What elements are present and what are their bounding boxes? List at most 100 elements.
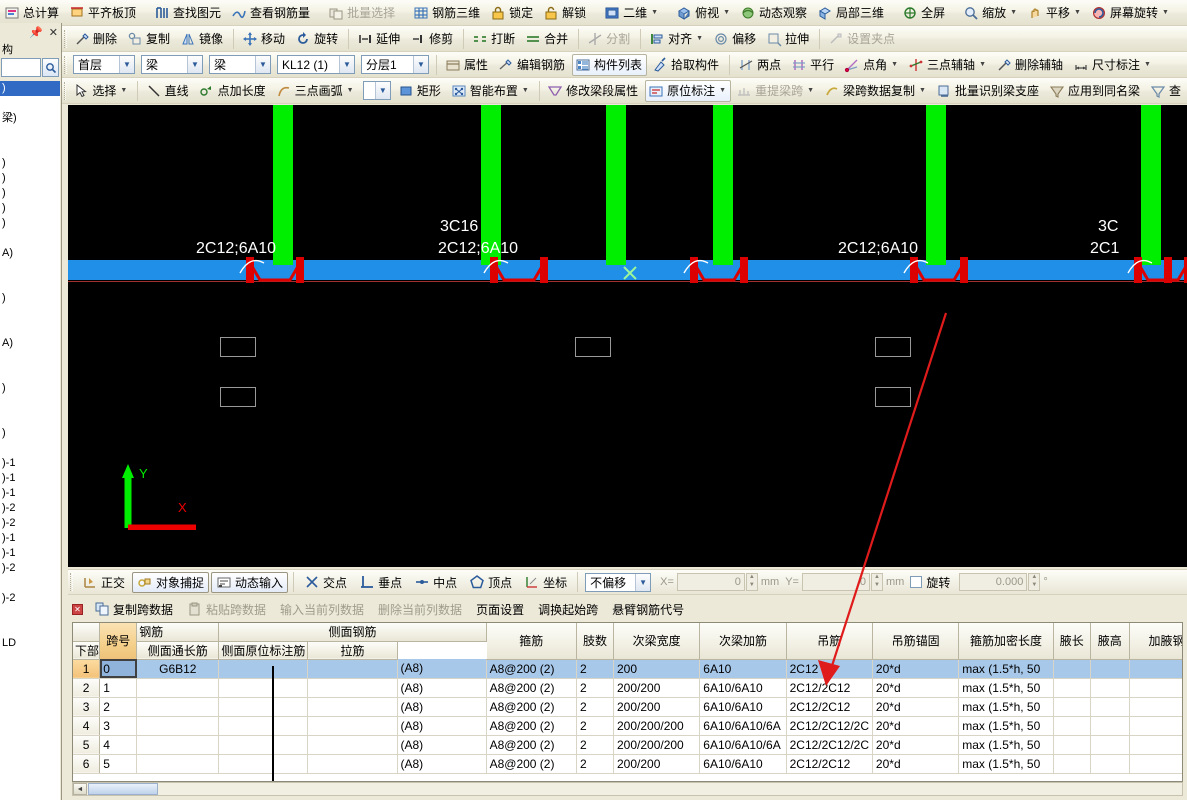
merge-button[interactable]: 合并 — [522, 28, 573, 50]
grid-tool-action[interactable]: 页面设置 — [476, 601, 524, 618]
table-cell[interactable]: (A8) — [397, 697, 487, 717]
parallel-button[interactable]: 平行 — [788, 54, 839, 76]
table-cell[interactable]: 20*d — [872, 697, 960, 717]
tree-item[interactable] — [0, 396, 60, 411]
mirror-button[interactable]: 镜像 — [177, 28, 228, 50]
table-cell[interactable]: (A8) — [397, 735, 487, 755]
table-cell[interactable] — [218, 735, 309, 755]
table-row[interactable]: 3 2 (A8) A8@200 (2) 2 200/200 6A10/6A10 2C12/2C… — [73, 697, 1182, 717]
table-cell[interactable] — [307, 716, 398, 736]
table-cell[interactable] — [218, 754, 309, 774]
local-3d-button[interactable]: 局部三维 — [814, 2, 889, 24]
rotate-input-field[interactable]: 0.000 ▲ ▼ ° — [956, 573, 1048, 591]
tree-item[interactable] — [0, 141, 60, 156]
grid-subheader-cell[interactable]: 侧面通长筋 — [136, 641, 220, 660]
table-cell[interactable]: A8@200 (2) — [486, 735, 578, 755]
tree-item[interactable] — [0, 351, 60, 366]
span-data-grid[interactable]: 跨号钢筋侧面钢筋箍筋肢数次梁宽度次梁加筋吊筋吊筋锚固箍筋加密长度腋长腋高加腋钢筋… — [73, 623, 1182, 774]
table-cell[interactable]: max (1.5*h, 50 — [958, 754, 1054, 774]
search-icon[interactable] — [42, 58, 59, 77]
three-point-axis-button[interactable]: 三点辅轴 ▼ — [905, 54, 991, 76]
chevron-down-icon[interactable]: ▼ — [413, 56, 428, 73]
table-cell[interactable]: 2 — [576, 697, 614, 717]
y-coord-input-field[interactable]: Y= 0 ▲ ▼ mm — [785, 573, 904, 591]
table-cell[interactable] — [136, 678, 220, 698]
tree-item[interactable]: )-2 — [0, 561, 60, 576]
midpoint-snap-button[interactable]: 中点 — [409, 572, 462, 593]
tree-item[interactable]: )-1 — [0, 456, 60, 471]
tree-item[interactable] — [0, 366, 60, 381]
grid-horizontal-scrollbar[interactable]: ◄ — [72, 782, 1183, 796]
tree-item[interactable]: )-1 — [0, 486, 60, 501]
grid-header-cell[interactable]: 吊筋锚固 — [872, 623, 960, 660]
table-cell[interactable]: 200/200 — [613, 678, 701, 698]
table-cell[interactable]: 0 — [99, 659, 138, 679]
tree-item[interactable]: A) — [0, 246, 60, 261]
chevron-down-icon[interactable]: ▼ — [347, 87, 354, 94]
table-cell[interactable]: A8@200 (2) — [486, 659, 578, 679]
chevron-down-icon[interactable]: ▼ — [187, 56, 202, 73]
tree-item[interactable]: )-1 — [0, 471, 60, 486]
tree-item[interactable] — [0, 441, 60, 456]
table-cell[interactable] — [1053, 678, 1091, 698]
table-cell[interactable]: A8@200 (2) — [486, 716, 578, 736]
properties-button[interactable]: 属性 — [442, 54, 493, 76]
line-button[interactable]: 直线 — [143, 80, 194, 102]
table-cell[interactable] — [136, 754, 220, 774]
row-number-cell[interactable]: 3 — [73, 697, 101, 717]
tree-item[interactable]: )-1 — [0, 531, 60, 546]
row-number-cell[interactable]: 2 — [73, 678, 101, 698]
ortho-toggle[interactable]: 正交 — [77, 572, 130, 593]
table-cell[interactable]: max (1.5*h, 50 — [958, 697, 1054, 717]
arc-button[interactable]: 三点画弧 ▼ — [273, 80, 359, 102]
grid-header-cell[interactable]: 加腋钢筋 — [1129, 623, 1182, 660]
table-cell[interactable]: A8@200 (2) — [486, 754, 578, 774]
cad-drawing-area[interactable]: Y X 2C12;6A10 2C12;6A10 3C16 2C12;6A10 3C 2C1 — [68, 105, 1187, 567]
toolbar-grip[interactable] — [64, 29, 67, 48]
chevron-down-icon[interactable]: ▼ — [919, 87, 926, 94]
row-number-cell[interactable]: 1 — [73, 659, 101, 679]
table-cell[interactable] — [218, 697, 309, 717]
chevron-down-icon[interactable]: ▼ — [635, 573, 651, 591]
table-cell[interactable]: max (1.5*h, 50 — [958, 716, 1054, 736]
table-cell[interactable]: 2C12/2C12/2C — [786, 735, 873, 755]
close-icon[interactable]: ✕ — [72, 603, 83, 615]
offset-mode-select[interactable]: 不偏移 ▼ — [585, 572, 652, 592]
grid-header-cell[interactable] — [73, 623, 101, 642]
table-cell[interactable]: A8@200 (2) — [486, 697, 578, 717]
x-coord-input[interactable]: 0 — [676, 573, 745, 591]
table-cell[interactable]: 20*d — [872, 659, 960, 679]
table-cell[interactable] — [136, 735, 220, 755]
tree-item[interactable] — [0, 306, 60, 321]
point-length-button[interactable]: 点加长度 — [196, 80, 271, 102]
rotate-checkbox[interactable] — [910, 576, 923, 588]
y-coord-input[interactable]: 0 — [801, 573, 870, 591]
table-cell[interactable] — [218, 716, 309, 736]
table-cell[interactable]: (A8) — [397, 716, 487, 736]
two-point-button[interactable]: 两点 — [735, 54, 786, 76]
tree-item[interactable]: )-1 — [0, 546, 60, 561]
grid-header-cell[interactable]: 腋长 — [1053, 623, 1091, 660]
table-cell[interactable]: 3 — [99, 716, 138, 736]
table-row[interactable]: 4 3 (A8) A8@200 (2) 2 200/200/200 6A10/6A10/6A… — [73, 716, 1182, 736]
table-cell[interactable]: 5 — [99, 754, 138, 774]
apply-same-name-button[interactable]: 应用到同名梁 — [1046, 80, 1145, 102]
table-cell[interactable]: 2 — [99, 697, 138, 717]
table-cell[interactable] — [1090, 678, 1130, 698]
table-row[interactable]: 6 5 (A8) A8@200 (2) 2 200/200 6A10/6A10 2C12/2C… — [73, 754, 1182, 774]
table-cell[interactable] — [1053, 754, 1091, 774]
table-cell[interactable] — [307, 697, 398, 717]
delete-axis-button[interactable]: 删除辅轴 — [993, 54, 1068, 76]
grid-header-cell[interactable]: 箍筋 — [486, 623, 578, 660]
chevron-down-icon[interactable]: ▼ — [651, 9, 658, 16]
find-element-button[interactable]: 查找图元 — [151, 2, 226, 24]
grid-header-cell[interactable]: 侧面钢筋 — [218, 623, 487, 642]
tree-item[interactable]: )-2 — [0, 516, 60, 531]
tree-item[interactable] — [0, 276, 60, 291]
table-cell[interactable] — [307, 735, 398, 755]
table-cell[interactable] — [1129, 716, 1182, 736]
component-type-select[interactable]: 梁 ▼ — [141, 55, 203, 74]
chevron-down-icon[interactable]: ▼ — [723, 9, 730, 16]
grid-header-cell[interactable]: 钢筋 — [136, 623, 220, 642]
table-cell[interactable]: 20*d — [872, 754, 960, 774]
